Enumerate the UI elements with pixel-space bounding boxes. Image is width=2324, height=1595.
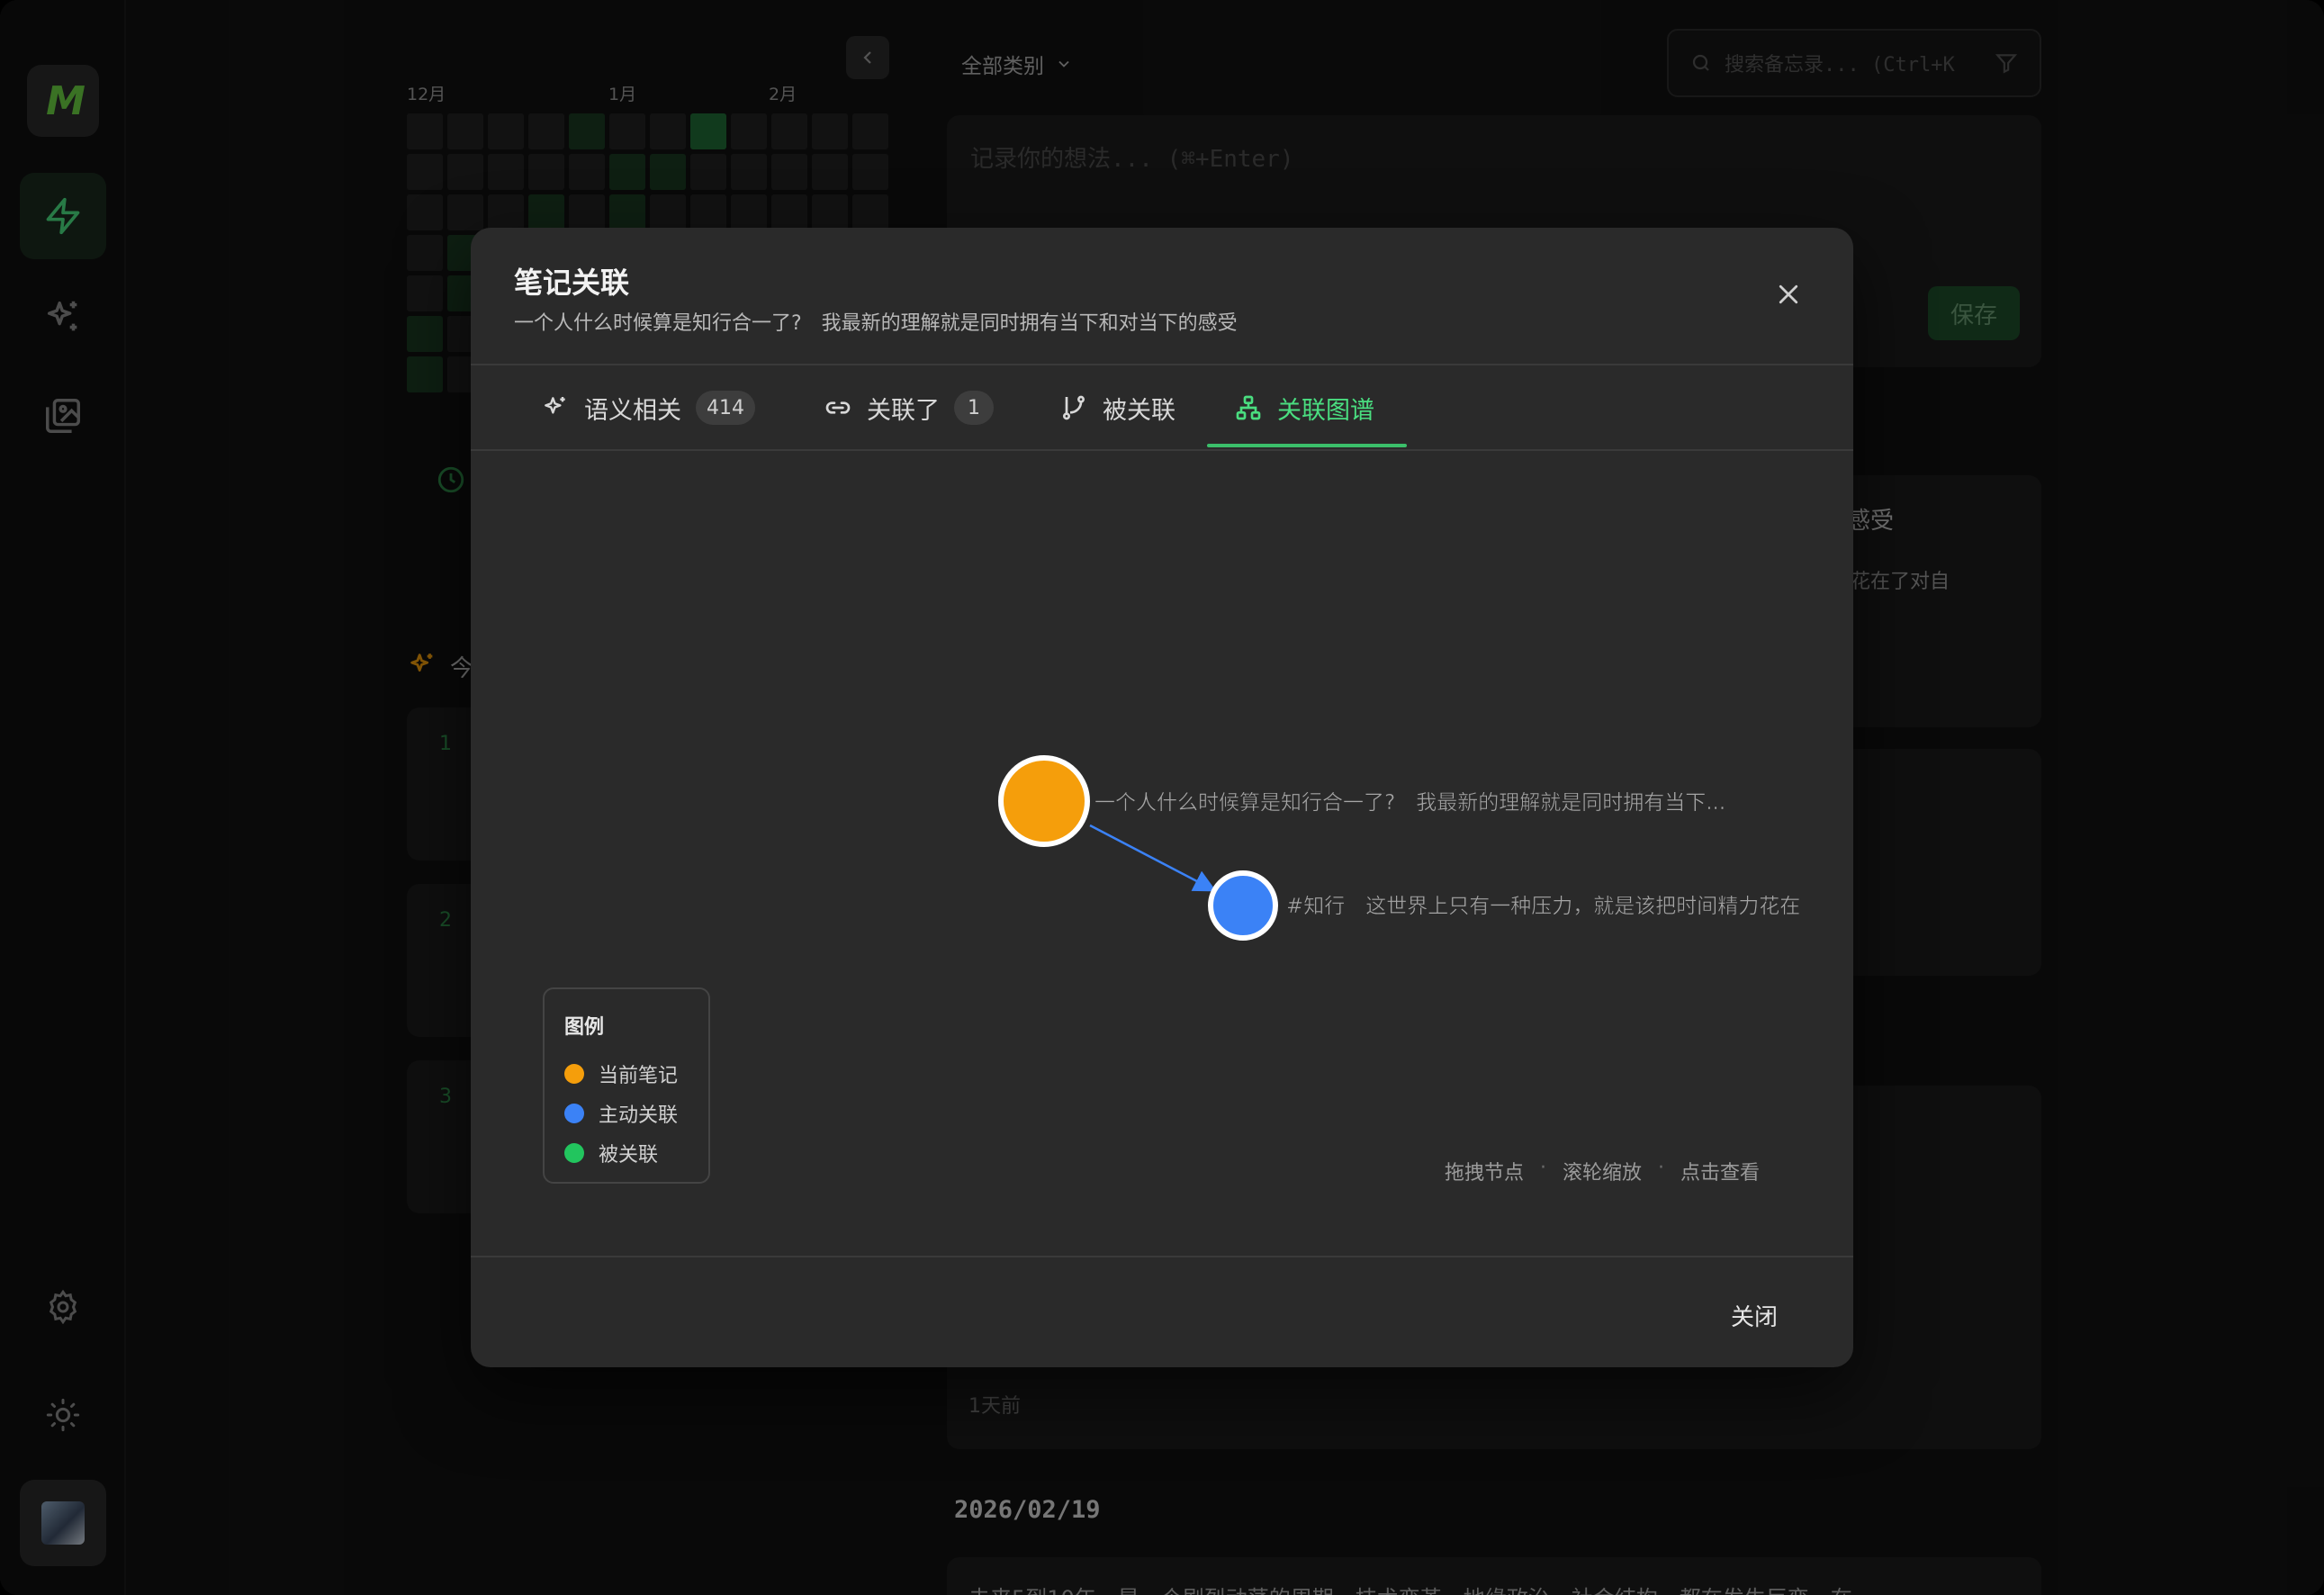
dialog-title: 笔记关联 bbox=[514, 266, 630, 300]
graph-edge bbox=[1089, 824, 1217, 892]
graph-hints: 拖拽节点 · 滚轮缩放 · 点击查看 bbox=[1445, 1157, 1760, 1185]
note-relations-dialog: 笔记关联 一个人什么时候算是知行合一了? 我最新的理解就是同时拥有当下和对当下的… bbox=[471, 228, 1853, 1367]
legend-label: 当前笔记 bbox=[599, 1065, 679, 1087]
divider bbox=[471, 1256, 1853, 1257]
tab-semantic[interactable]: 语义相关 414 bbox=[541, 365, 755, 451]
legend-item: 被关联 bbox=[564, 1133, 689, 1173]
hint-separator: · bbox=[1658, 1157, 1665, 1179]
sparkles-icon bbox=[545, 397, 565, 414]
tab-label: 关联图谱 bbox=[1277, 396, 1374, 425]
dialog-close-button[interactable] bbox=[1770, 276, 1806, 312]
close-button[interactable]: 关闭 bbox=[1731, 1299, 1778, 1332]
graph-node-current[interactable] bbox=[998, 755, 1090, 847]
link-icon bbox=[825, 401, 851, 414]
tab-label: 关联了 bbox=[867, 396, 940, 425]
legend-swatch bbox=[564, 1143, 584, 1163]
sitemap-icon bbox=[1236, 395, 1261, 420]
legend-item: 主动关联 bbox=[564, 1094, 689, 1133]
close-icon bbox=[1779, 284, 1798, 304]
hint-text: 滚轮缩放 bbox=[1563, 1162, 1643, 1185]
hint-text: 拖拽节点 bbox=[1445, 1162, 1525, 1185]
app-window: M 12月 1月 2月 全部类别 搜索备忘录... (Ctrl+K 记录你的想法… bbox=[0, 0, 2324, 1595]
legend-swatch bbox=[564, 1104, 584, 1123]
active-tab-indicator bbox=[1207, 444, 1407, 447]
dialog-subtitle: 一个人什么时候算是知行合一了? 我最新的理解就是同时拥有当下和对当下的感受 bbox=[514, 312, 1238, 335]
divider bbox=[471, 449, 1853, 451]
legend-item: 当前笔记 bbox=[564, 1054, 689, 1094]
tab-graph[interactable]: 关联图谱 bbox=[1234, 365, 1374, 451]
legend-label: 被关联 bbox=[599, 1144, 659, 1167]
tab-label: 语义相关 bbox=[584, 396, 681, 425]
graph-node-linked[interactable] bbox=[1208, 870, 1278, 941]
count-badge: 414 bbox=[696, 391, 755, 425]
graph-node-label: #知行 这世界上只有一种压力，就是该把时间精力花在 bbox=[1286, 895, 1800, 918]
count-badge: 1 bbox=[954, 391, 994, 425]
hint-separator: · bbox=[1540, 1157, 1547, 1179]
legend-label: 主动关联 bbox=[599, 1104, 679, 1127]
legend-title: 图例 bbox=[564, 1016, 605, 1039]
hint-text: 点击查看 bbox=[1680, 1162, 1761, 1185]
git-branch-icon bbox=[1063, 395, 1085, 420]
graph-legend: 图例 当前笔记 主动关联 被关联 bbox=[543, 987, 710, 1184]
tab-links-to[interactable]: 关联了 1 bbox=[824, 365, 994, 451]
tab-linked-by[interactable]: 被关联 bbox=[1059, 365, 1176, 451]
graph-node-label: 一个人什么时候算是知行合一了? 我最新的理解就是同时拥有当下... bbox=[1094, 791, 1725, 815]
legend-swatch bbox=[564, 1064, 584, 1084]
tab-label: 被关联 bbox=[1103, 396, 1176, 425]
tab-bar: 语义相关 414 关联了 1 被关联 关联图谱 bbox=[471, 365, 1853, 451]
